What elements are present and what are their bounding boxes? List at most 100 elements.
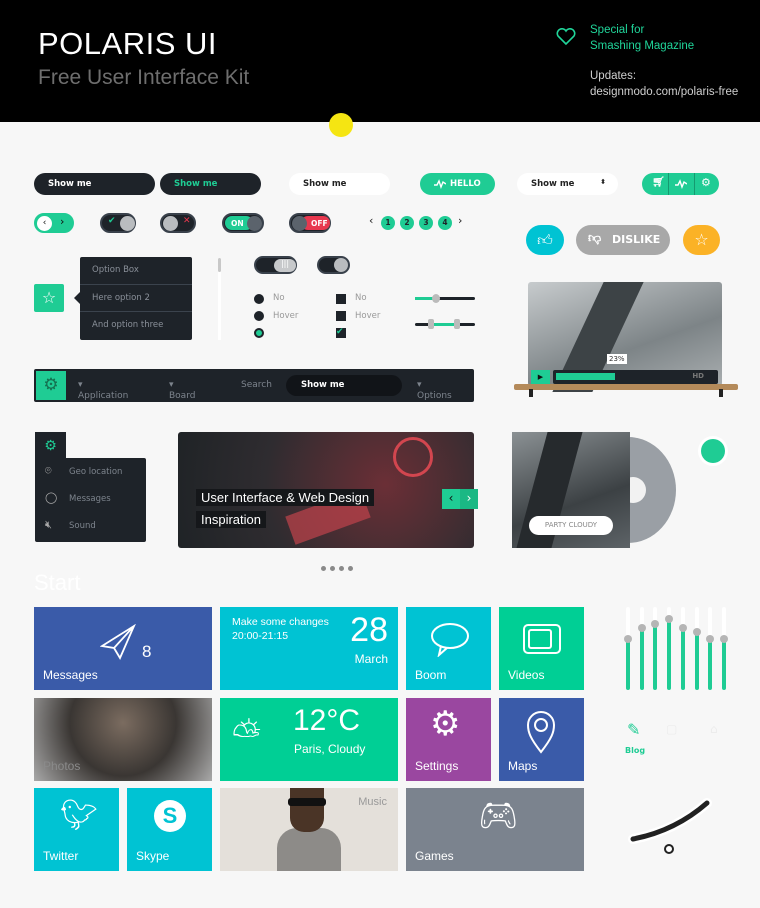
- pagination-next[interactable]: ›: [458, 214, 462, 227]
- small-toggle[interactable]: [317, 256, 350, 274]
- eq-bar[interactable]: [719, 607, 728, 690]
- eq-bar[interactable]: [692, 607, 701, 690]
- slider-single[interactable]: [415, 294, 475, 303]
- input-dark[interactable]: Show me: [34, 173, 155, 195]
- checkbox-checked[interactable]: ✔: [336, 328, 346, 338]
- scrollbar[interactable]: [218, 258, 221, 340]
- video-player[interactable]: 23% ▶ HD: [528, 282, 722, 392]
- tile-maps[interactable]: Maps: [499, 698, 584, 781]
- eq-handle[interactable]: [651, 619, 660, 628]
- menu-sound[interactable]: Sound: [69, 521, 96, 531]
- chevron-right-icon[interactable]: ›: [60, 215, 64, 228]
- off-toggle[interactable]: OFF: [289, 213, 331, 233]
- hello-button[interactable]: HELLO: [420, 173, 495, 195]
- checkbox-no[interactable]: [336, 294, 346, 304]
- page-3[interactable]: 3: [419, 216, 433, 230]
- slider-dot[interactable]: [330, 566, 335, 571]
- tile-skype[interactable]: S Skype: [127, 788, 212, 871]
- eq-handle[interactable]: [637, 623, 646, 632]
- eq-handle[interactable]: [706, 634, 715, 643]
- menu-geo-location[interactable]: Geo location: [69, 467, 122, 477]
- nav-application[interactable]: Application ▾: [78, 380, 128, 401]
- tile-weather[interactable]: ⛅︎ 12°C Paris, Cloudy: [220, 698, 398, 781]
- tile-boom[interactable]: Boom: [406, 607, 491, 690]
- slider-range[interactable]: [415, 319, 475, 329]
- slider-prev-button[interactable]: ‹: [442, 489, 460, 509]
- slider-next-button[interactable]: ›: [460, 489, 478, 509]
- eq-handle[interactable]: [624, 634, 632, 643]
- circular-knob[interactable]: [625, 795, 715, 855]
- slider-handle[interactable]: [428, 319, 434, 329]
- eq-bar[interactable]: [624, 607, 632, 690]
- tile-calendar[interactable]: Make some changes 20:00-21:15 28 March: [220, 607, 398, 690]
- tile-photos[interactable]: Photos: [34, 698, 212, 781]
- input-active[interactable]: Show me: [160, 173, 261, 195]
- tile-settings[interactable]: ⚙ Settings: [406, 698, 491, 781]
- progress-bar[interactable]: HD: [553, 370, 718, 384]
- nav-options[interactable]: Options ▾: [417, 380, 452, 401]
- menu-messages[interactable]: Messages: [69, 494, 111, 504]
- page-4[interactable]: 4: [438, 216, 452, 230]
- home-icon[interactable]: ⌂: [710, 722, 718, 736]
- slider-dot[interactable]: [339, 566, 344, 571]
- tile-music[interactable]: Music: [220, 788, 398, 871]
- image-slider[interactable]: User Interface & Web Design Inspiration: [178, 432, 474, 548]
- blog-tab[interactable]: Blog: [625, 746, 645, 755]
- hd-badge[interactable]: HD: [692, 372, 704, 380]
- radio-no[interactable]: [254, 294, 264, 304]
- eq-handle[interactable]: [678, 623, 687, 632]
- nav-board[interactable]: Board ▾: [169, 380, 195, 401]
- thumbs-down-icon: 👎︎: [588, 231, 602, 246]
- grip-toggle[interactable]: |||: [254, 256, 297, 274]
- slide-caption-line2: Inspiration: [196, 511, 266, 528]
- eq-bar[interactable]: [678, 607, 687, 690]
- eq-handle[interactable]: [665, 614, 674, 623]
- like-button[interactable]: 👍︎: [526, 225, 564, 255]
- tile-messages[interactable]: 8 Messages: [34, 607, 212, 690]
- pagination-prev[interactable]: ‹: [369, 214, 373, 227]
- dropdown-option[interactable]: Option Box: [80, 257, 192, 285]
- record-button[interactable]: [701, 439, 725, 463]
- image-icon[interactable]: ▢: [666, 722, 677, 736]
- slider-dot[interactable]: [321, 566, 326, 571]
- slider-handle[interactable]: [432, 294, 440, 303]
- x-toggle[interactable]: ✕: [160, 213, 196, 233]
- arrow-toggle[interactable]: ‹ ›: [34, 213, 74, 233]
- eq-bar[interactable]: [706, 607, 715, 690]
- dropdown-option[interactable]: And option three: [80, 312, 192, 340]
- slider-handle[interactable]: [454, 319, 460, 329]
- on-toggle[interactable]: ON: [222, 213, 264, 233]
- play-button[interactable]: ▶: [531, 370, 550, 384]
- nav-search-input[interactable]: Show me: [286, 375, 402, 396]
- eq-bar[interactable]: [651, 607, 660, 690]
- gear-icon[interactable]: ⚙: [36, 371, 66, 400]
- radio-checked[interactable]: [254, 328, 264, 338]
- special-line2: Smashing Magazine: [590, 40, 695, 52]
- select-dropdown[interactable]: Show me ⬍: [517, 173, 618, 195]
- favorite-button[interactable]: ☆: [683, 225, 720, 255]
- page-2[interactable]: 2: [400, 216, 414, 230]
- tile-twitter[interactable]: 🐦︎ Twitter: [34, 788, 119, 871]
- eq-bar[interactable]: [665, 607, 674, 690]
- chevron-left-icon[interactable]: ‹: [37, 216, 52, 231]
- activity-icon[interactable]: [675, 179, 687, 189]
- dislike-button[interactable]: 👎︎ DISLIKE: [576, 225, 670, 255]
- page-1[interactable]: 1: [381, 216, 395, 230]
- party-cloudy-button[interactable]: PARTY CLOUDY: [529, 516, 613, 535]
- radio-hover[interactable]: [254, 311, 264, 321]
- slider-dot[interactable]: [348, 566, 353, 571]
- input-light[interactable]: Show me: [289, 173, 390, 195]
- updates-link[interactable]: designmodo.com/polaris-free: [590, 84, 738, 100]
- checkbox-hover[interactable]: [336, 311, 346, 321]
- check-toggle[interactable]: ✔: [100, 213, 136, 233]
- tile-games[interactable]: 🎮︎ Games: [406, 788, 584, 871]
- gear-icon[interactable]: ⚙: [701, 176, 711, 189]
- eq-handle[interactable]: [719, 634, 728, 643]
- dropdown-option[interactable]: Here option 2: [80, 285, 192, 312]
- eq-bar[interactable]: [637, 607, 646, 690]
- tile-videos[interactable]: Videos: [499, 607, 584, 690]
- eq-handle[interactable]: [692, 627, 701, 636]
- cart-icon[interactable]: 🛒︎: [652, 177, 665, 188]
- scrollbar-thumb[interactable]: [218, 258, 221, 272]
- star-button[interactable]: ☆: [34, 284, 64, 312]
